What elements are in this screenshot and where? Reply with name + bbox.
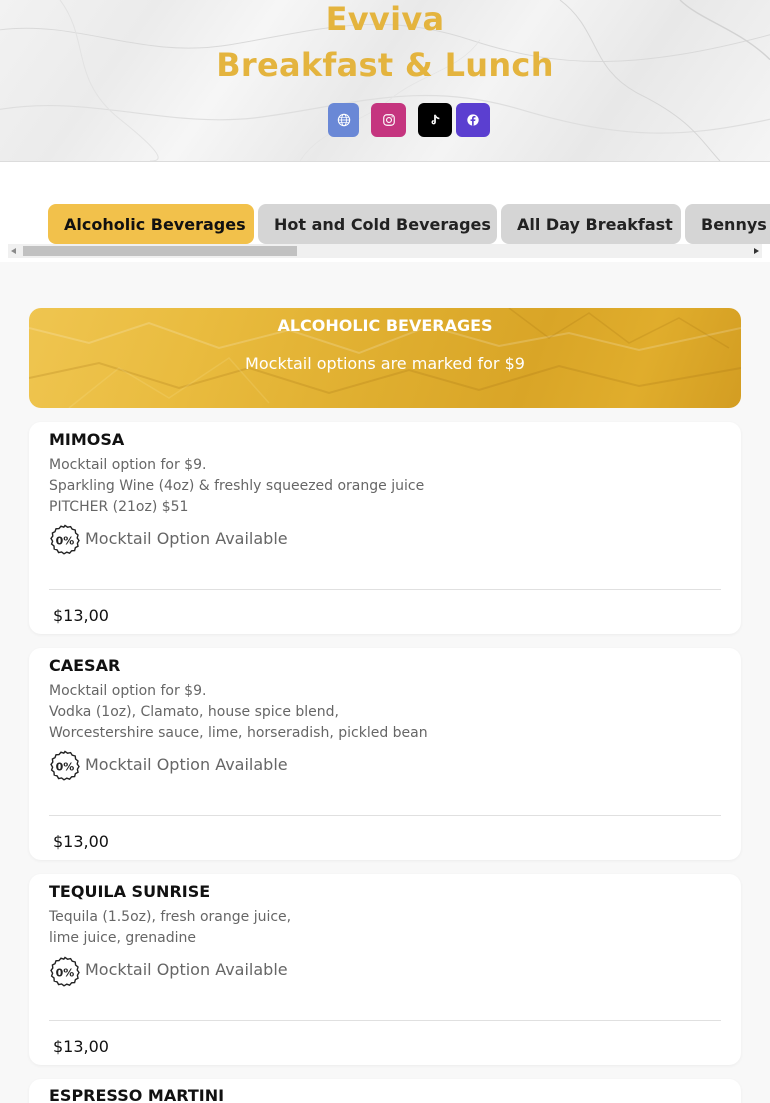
menu-item-card[interactable]: TEQUILA SUNRISE Tequila (1.5oz), fresh o… xyxy=(29,874,741,1065)
category-tabs: Alcoholic Beverages Hot and Cold Beverag… xyxy=(0,162,770,262)
scrollbar-thumb[interactable] xyxy=(23,246,297,256)
item-name: ESPRESSO MARTINI xyxy=(49,1086,225,1103)
zero-percent-icon: 0% xyxy=(50,524,80,555)
category-banner: ALCOHOLIC BEVERAGES Mocktail options are… xyxy=(29,308,741,408)
item-name: TEQUILA SUNRISE xyxy=(49,882,211,901)
menu-item-card[interactable]: MIMOSA Mocktail option for $9. Sparkling… xyxy=(29,422,741,634)
category-subtitle: Mocktail options are marked for $9 xyxy=(245,354,525,373)
instagram-icon xyxy=(382,114,395,126)
mocktail-option-label: Mocktail Option Available xyxy=(85,960,288,979)
restaurant-name: Evviva xyxy=(325,0,445,38)
horizontal-scrollbar[interactable] xyxy=(8,244,762,258)
description-line: Worcestershire sauce, lime, horseradish,… xyxy=(49,725,428,741)
description-line: Vodka (1oz), Clamato, house spice blend, xyxy=(49,704,339,720)
item-price: $13,00 xyxy=(53,1037,109,1056)
item-price: $13,00 xyxy=(53,832,109,851)
menu-page: Evviva Breakfast & Lunch Alcoholic Bever… xyxy=(0,0,770,1103)
tab-all-day-breakfast[interactable]: All Day Breakfast xyxy=(501,204,681,244)
zero-percent-icon: 0% xyxy=(50,750,80,781)
menu-item-card[interactable]: CAESAR Mocktail option for $9. Vodka (1o… xyxy=(29,648,741,860)
item-price: $13,00 xyxy=(53,606,109,625)
restaurant-header: Evviva Breakfast & Lunch xyxy=(0,0,770,162)
mocktail-option-label: Mocktail Option Available xyxy=(85,529,288,548)
description-line: lime juice, grenadine xyxy=(49,930,197,946)
scroll-right-arrow-icon[interactable] xyxy=(754,248,759,254)
tiktok-button[interactable] xyxy=(418,103,452,137)
item-description: Mocktail option for $9. Sparkling Wine (… xyxy=(49,455,424,518)
description-line: PITCHER (21oz) $51 xyxy=(49,499,189,515)
card-divider xyxy=(49,1020,721,1021)
mocktail-option-label: Mocktail Option Available xyxy=(85,755,288,774)
instagram-button[interactable] xyxy=(371,103,406,137)
globe-icon xyxy=(337,113,350,127)
tab-bennys[interactable]: Bennys xyxy=(685,204,770,244)
tiktok-icon xyxy=(431,114,440,125)
menu-item-card[interactable]: ESPRESSO MARTINI xyxy=(29,1079,741,1103)
description-line: Mocktail option for $9. xyxy=(49,457,207,473)
card-divider xyxy=(49,589,721,590)
category-title: ALCOHOLIC BEVERAGES xyxy=(277,316,493,335)
tab-hot-and-cold-beverages[interactable]: Hot and Cold Beverages xyxy=(258,204,497,244)
svg-text:0%: 0% xyxy=(56,535,75,548)
item-name: MIMOSA xyxy=(49,430,125,449)
item-description: Mocktail option for $9. Vodka (1oz), Cla… xyxy=(49,681,428,744)
restaurant-subtitle: Breakfast & Lunch xyxy=(216,46,554,84)
card-divider xyxy=(49,815,721,816)
description-line: Sparkling Wine (4oz) & freshly squeezed … xyxy=(49,478,425,494)
description-line: Mocktail option for $9. xyxy=(49,683,207,699)
social-links xyxy=(0,103,770,137)
svg-text:0%: 0% xyxy=(56,761,75,774)
website-button[interactable] xyxy=(328,103,359,137)
facebook-icon xyxy=(467,114,479,126)
item-name: CAESAR xyxy=(49,656,121,675)
tab-alcoholic-beverages[interactable]: Alcoholic Beverages xyxy=(48,204,254,244)
item-description: Tequila (1.5oz), fresh orange juice, lim… xyxy=(49,907,291,949)
scroll-left-arrow-icon[interactable] xyxy=(11,248,16,254)
facebook-button[interactable] xyxy=(456,103,490,137)
description-line: Tequila (1.5oz), fresh orange juice, xyxy=(49,909,292,925)
zero-percent-icon: 0% xyxy=(50,956,80,987)
svg-text:0%: 0% xyxy=(56,967,75,980)
